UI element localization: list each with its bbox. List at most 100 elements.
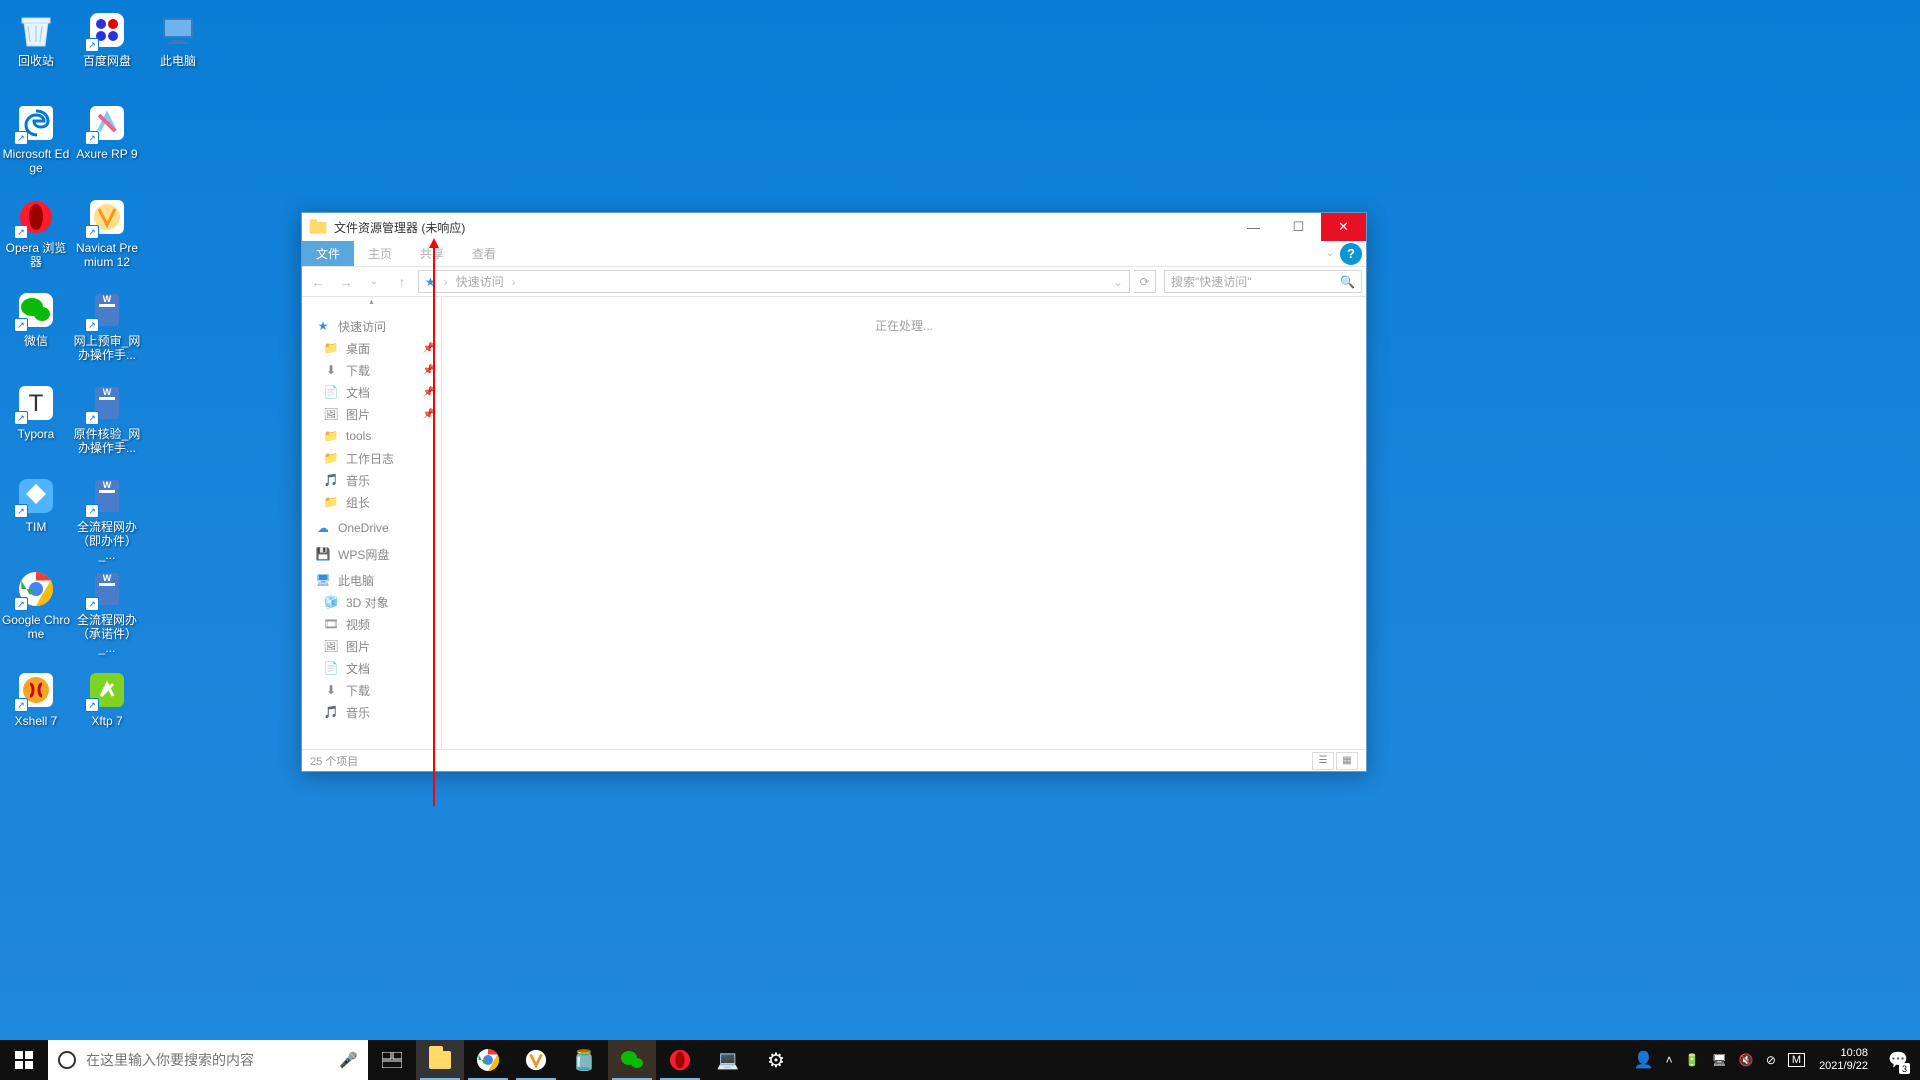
taskbar-chrome[interactable] [464, 1040, 512, 1080]
sidebar-item-pc-2[interactable]: 🖼图片 [302, 635, 441, 657]
tab-home[interactable]: 主页 [354, 241, 406, 266]
chrome-icon [476, 1048, 500, 1072]
ribbon-collapse-icon[interactable]: ⌄ [1320, 241, 1340, 266]
address-chevron-icon[interactable]: ⌄ [1113, 275, 1123, 289]
pic-icon: 🖼 [324, 407, 338, 421]
address-bar[interactable]: ★ › 快速访问 › ⌄ [418, 270, 1130, 293]
chevron-up-icon: ˄ [1666, 1053, 1673, 1067]
sidebar-item-pc-3[interactable]: 📄文档 [302, 657, 441, 679]
taskbar-navicat[interactable] [512, 1040, 560, 1080]
desktop-icon-xftp[interactable]: ↗Xftp 7 [72, 670, 142, 728]
desktop-icon-xshell[interactable]: ↗Xshell 7 [1, 670, 71, 728]
taskbar-pitcher[interactable]: 🫙 [560, 1040, 608, 1080]
desktop-icon-google-chrome[interactable]: ↗Google Chrome [1, 569, 71, 641]
view-icons-button[interactable]: ▦ [1336, 752, 1358, 770]
desktop-icon-label: 微信 [24, 334, 48, 348]
desktop-icon-doc2[interactable]: W↗原件核验_网办操作手... [72, 383, 142, 455]
nav-up-button[interactable]: ↑ [390, 270, 414, 294]
taskbar-settings[interactable]: ⚙ [752, 1040, 800, 1080]
desktop-icon-navicat[interactable]: ↗Navicat Premium 12 [72, 197, 142, 269]
taskbar-wechat[interactable] [608, 1040, 656, 1080]
doc-icon: 📄 [324, 661, 338, 675]
people-icon: 👤 [1634, 1050, 1654, 1070]
desktop-icon-opera[interactable]: ↗Opera 浏览器 [1, 197, 71, 269]
taskbar-search[interactable]: 🎤 [48, 1040, 368, 1080]
desktop-icon-wechat[interactable]: ↗ 微信 [1, 290, 71, 348]
start-button[interactable] [0, 1040, 48, 1080]
music-icon: 🎵 [324, 705, 338, 719]
mic-icon[interactable]: 🎤 [339, 1051, 358, 1069]
maximize-button[interactable]: ☐ [1276, 213, 1321, 241]
sidebar-item-quick-5[interactable]: 📁工作日志 [302, 447, 441, 469]
wechat-icon: ↗ [16, 290, 56, 330]
tray-block[interactable]: ⊘ [1760, 1040, 1782, 1080]
desktop-icon-doc1[interactable]: W↗网上预审_网办操作手... [72, 290, 142, 362]
taskbar-laptop[interactable]: 💻 [704, 1040, 752, 1080]
sidebar-section-wps[interactable]: 💾WPS网盘 [302, 543, 441, 565]
ribbon-tabs: 文件 主页 共享 查看 ⌄ ? [302, 241, 1366, 267]
opera-icon [669, 1049, 691, 1071]
tab-share[interactable]: 共享 [406, 241, 458, 266]
titlebar[interactable]: 文件资源管理器 (未响应) — ☐ ✕ [302, 213, 1366, 241]
download-icon: ⬇ [324, 683, 338, 697]
sidebar-item-quick-6[interactable]: 🎵音乐 [302, 469, 441, 491]
nav-recent-button[interactable]: ⌄ [362, 270, 386, 294]
nav-back-button[interactable]: ← [306, 270, 330, 294]
desktop-icon-axure-rp-9[interactable]: ↗Axure RP 9 [72, 103, 142, 161]
sidebar-item-pc-4[interactable]: ⬇ 下载 [302, 679, 441, 701]
sidebar-item-label: 下载 [346, 682, 370, 699]
sidebar-item-quick-4[interactable]: 📁tools [302, 425, 441, 447]
close-button[interactable]: ✕ [1321, 213, 1366, 241]
taskbar-search-input[interactable] [86, 1052, 329, 1068]
taskbar-opera[interactable] [656, 1040, 704, 1080]
tray-overflow[interactable]: ˄ [1660, 1040, 1679, 1080]
baidu-disk-icon: ↗ [87, 10, 127, 50]
refresh-button[interactable]: ⟳ [1134, 270, 1156, 293]
desktop-icon-label: TIM [26, 520, 47, 534]
task-view-button[interactable] [368, 1040, 416, 1080]
taskbar-clock[interactable]: 10:08 2021/9/22 [1811, 1047, 1876, 1073]
shortcut-arrow-icon: ↗ [14, 504, 28, 518]
view-details-button[interactable]: ☰ [1312, 752, 1334, 770]
sidebar-item-pc-5[interactable]: 🎵音乐 [302, 701, 441, 723]
tray-battery[interactable]: 🔋 [1679, 1040, 1706, 1080]
desktop-icon-recycle-bin[interactable]: 回收站 [1, 10, 71, 68]
sidebar-item-quick-0[interactable]: 📁桌面📌 [302, 337, 441, 359]
help-button[interactable]: ? [1340, 243, 1362, 265]
desktop-icon-doc4[interactable]: W↗全流程网办（承诺件）_... [72, 569, 142, 655]
sidebar-section-quick[interactable]: ★快速访问 [302, 315, 441, 337]
sidebar-item-pc-0[interactable]: 🧊3D 对象 [302, 591, 441, 613]
sidebar-item-quick-2[interactable]: 📄文档📌 [302, 381, 441, 403]
sidebar-item-pc-1[interactable]: 🎞视频 [302, 613, 441, 635]
tray-network[interactable]: 🖥 [1706, 1040, 1733, 1080]
desktop-icon-baidu-disk[interactable]: ↗百度网盘 [72, 10, 142, 68]
desktop-icon-microsoft-edge[interactable]: ↗Microsoft Edge [1, 103, 71, 175]
sidebar-item-label: 文档 [346, 384, 370, 401]
desktop-icon-doc3[interactable]: W↗全流程网办（即办件）_... [72, 476, 142, 562]
tray-volume[interactable]: 🔇 [1733, 1040, 1760, 1080]
clock-date: 2021/9/22 [1819, 1060, 1868, 1073]
sidebar-item-quick-7[interactable]: 📁组长 [302, 491, 441, 513]
tray-people[interactable]: 👤 [1628, 1040, 1660, 1080]
sidebar-section-thispc[interactable]: 🖥此电脑 [302, 569, 441, 591]
scroll-up-icon[interactable]: ▴ [302, 297, 441, 307]
taskbar-explorer[interactable] [416, 1040, 464, 1080]
pin-icon: 📌 [423, 387, 435, 398]
sidebar-item-label: 3D 对象 [346, 594, 389, 611]
search-input[interactable]: 搜索"快速访问" 🔍 [1164, 270, 1362, 293]
tab-file[interactable]: 文件 [302, 241, 354, 266]
desktop-icon-tim[interactable]: ↗ TIM [1, 476, 71, 534]
nav-forward-button[interactable]: → [334, 270, 358, 294]
sidebar-item-quick-1[interactable]: ⬇下载📌 [302, 359, 441, 381]
volume-mute-icon: 🔇 [1739, 1053, 1754, 1067]
this-pc-icon [158, 10, 198, 50]
minimize-button[interactable]: — [1231, 213, 1276, 241]
desktop-icon-typora[interactable]: T↗Typora [1, 383, 71, 441]
action-center-button[interactable]: 💬 3 [1876, 1040, 1920, 1080]
desktop-icon-this-pc[interactable]: 此电脑 [143, 10, 213, 68]
tab-view[interactable]: 查看 [458, 241, 510, 266]
tray-ime[interactable]: M [1782, 1040, 1811, 1080]
sidebar-item-quick-3[interactable]: 🖼图片📌 [302, 403, 441, 425]
pin-icon: 📌 [423, 343, 435, 354]
sidebar-section-onedrive[interactable]: ☁OneDrive [302, 517, 441, 539]
